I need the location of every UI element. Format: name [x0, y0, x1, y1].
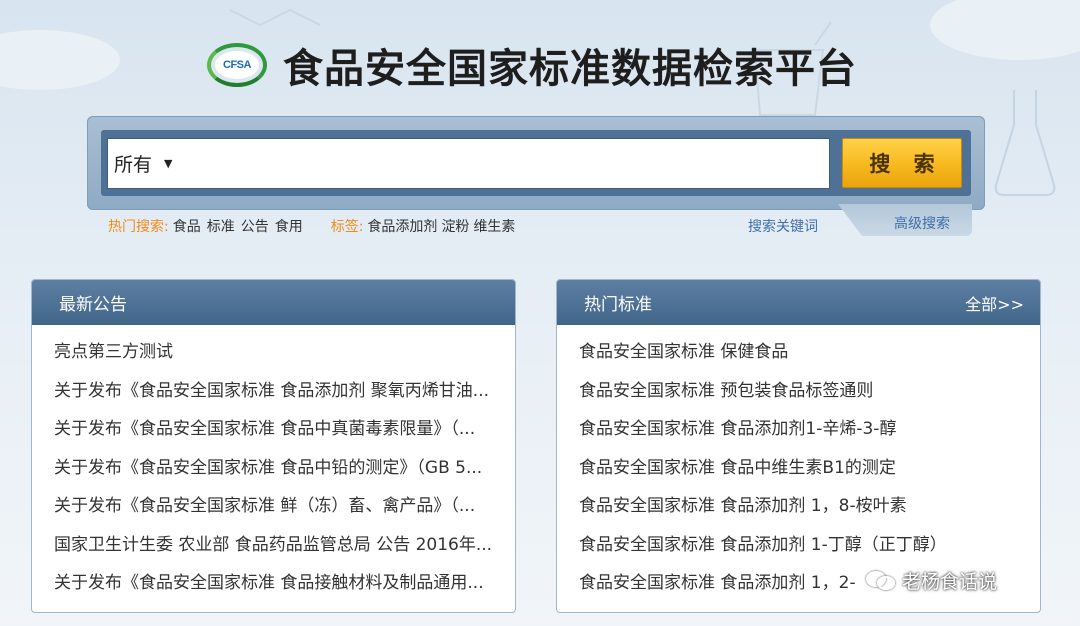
hot-search-word[interactable]: 食品 — [173, 219, 201, 235]
tag-label: 标签: — [330, 219, 364, 235]
standard-item[interactable]: 食品安全国家标准 预包装食品标签通则 — [557, 372, 1040, 411]
hot-search-row: 热门搜索: 食品 标准 公告 食用 标签: 食品添加剂 淀粉 维生素 — [108, 216, 519, 236]
watermark-text: 老杨食话说 — [902, 570, 998, 593]
announcement-item[interactable]: 关于发布《食品安全国家标准 食品接触材料及制品通用... — [32, 564, 515, 603]
hot-standards-title: 热门标准 — [584, 295, 652, 315]
watermark: 老杨食话说 — [866, 566, 997, 594]
standard-item[interactable]: 食品安全国家标准 食品添加剂1-辛烯-3-醇 — [557, 410, 1040, 449]
standard-item[interactable]: 食品安全国家标准 保健食品 — [557, 333, 1040, 372]
announcements-list: 亮点第三方测试 关于发布《食品安全国家标准 食品添加剂 聚氧丙烯甘油... 关于… — [32, 325, 515, 603]
hot-search-label: 热门搜索: — [108, 219, 169, 235]
wechat-icon — [866, 569, 896, 591]
standard-item[interactable]: 食品安全国家标准 食品中维生素B1的测定 — [557, 449, 1040, 488]
tag-words: 食品添加剂 淀粉 维生素 — [367, 216, 519, 236]
dropdown-arrow-icon: ▼ — [164, 157, 173, 170]
background-molecule-illustration — [229, 8, 321, 27]
standard-item[interactable]: 食品安全国家标准 食品添加剂 1，8-桉叶素 — [557, 487, 1040, 526]
hot-standards-header: 热门标准 全部>> — [557, 280, 1040, 325]
announcements-header: 最新公告 — [32, 280, 515, 325]
hot-search-word[interactable]: 公告 — [241, 219, 269, 235]
announcements-panel: 最新公告 亮点第三方测试 关于发布《食品安全国家标准 食品添加剂 聚氧丙烯甘油.… — [31, 279, 516, 613]
search-button[interactable]: 搜 索 — [842, 138, 962, 188]
logo-text: CFSA — [215, 51, 259, 79]
tag-word[interactable]: 维生素 — [473, 219, 515, 235]
announcement-item[interactable]: 关于发布《食品安全国家标准 食品中真菌毒素限量》（... — [32, 410, 515, 449]
advanced-search-link[interactable]: 高级搜索 — [894, 213, 950, 233]
announcements-title: 最新公告 — [59, 295, 127, 315]
view-all-link[interactable]: 全部>> — [965, 291, 1024, 315]
announcement-item[interactable]: 国家卫生计生委 农业部 食品药品监管总局 公告 2016年... — [32, 526, 515, 565]
search-box: 所有 ▼ — [107, 138, 830, 189]
page-title: 食品安全国家标准数据检索平台 — [283, 46, 857, 92]
site-header: CFSA 食品安全国家标准数据检索平台 — [205, 34, 857, 96]
hot-search-word[interactable]: 标准 — [207, 219, 235, 235]
search-input[interactable] — [172, 139, 829, 188]
hot-standards-panel: 热门标准 全部>> 食品安全国家标准 保健食品 食品安全国家标准 预包装食品标签… — [556, 279, 1041, 613]
search-keyword-link[interactable]: 搜索关键词 — [748, 216, 818, 236]
announcement-item[interactable]: 关于发布《食品安全国家标准 食品中铅的测定》（GB 5... — [32, 449, 515, 488]
tag-word[interactable]: 食品添加剂 — [367, 219, 437, 235]
search-scope-value: 所有 — [114, 154, 153, 176]
announcement-item[interactable]: 关于发布《食品安全国家标准 鲜（冻）畜、禽产品》（... — [32, 487, 515, 526]
hot-search-word[interactable]: 食用 — [275, 219, 303, 235]
standard-item[interactable]: 食品安全国家标准 食品添加剂 1-丁醇（正丁醇） — [557, 526, 1040, 565]
tag-word[interactable]: 淀粉 — [441, 219, 469, 235]
cfsa-logo[interactable]: CFSA — [205, 39, 269, 91]
background-cloud — [0, 30, 120, 90]
search-scope-select[interactable]: 所有 ▼ — [108, 139, 172, 188]
background-cloud — [930, 0, 1080, 60]
hot-standards-list: 食品安全国家标准 保健食品 食品安全国家标准 预包装食品标签通则 食品安全国家标… — [557, 325, 1040, 603]
background-beaker-illustration — [994, 90, 1056, 196]
announcement-item[interactable]: 亮点第三方测试 — [32, 333, 515, 372]
announcement-item[interactable]: 关于发布《食品安全国家标准 食品添加剂 聚氧丙烯甘油... — [32, 372, 515, 411]
hot-search-words: 食品 标准 公告 食用 — [173, 216, 309, 236]
